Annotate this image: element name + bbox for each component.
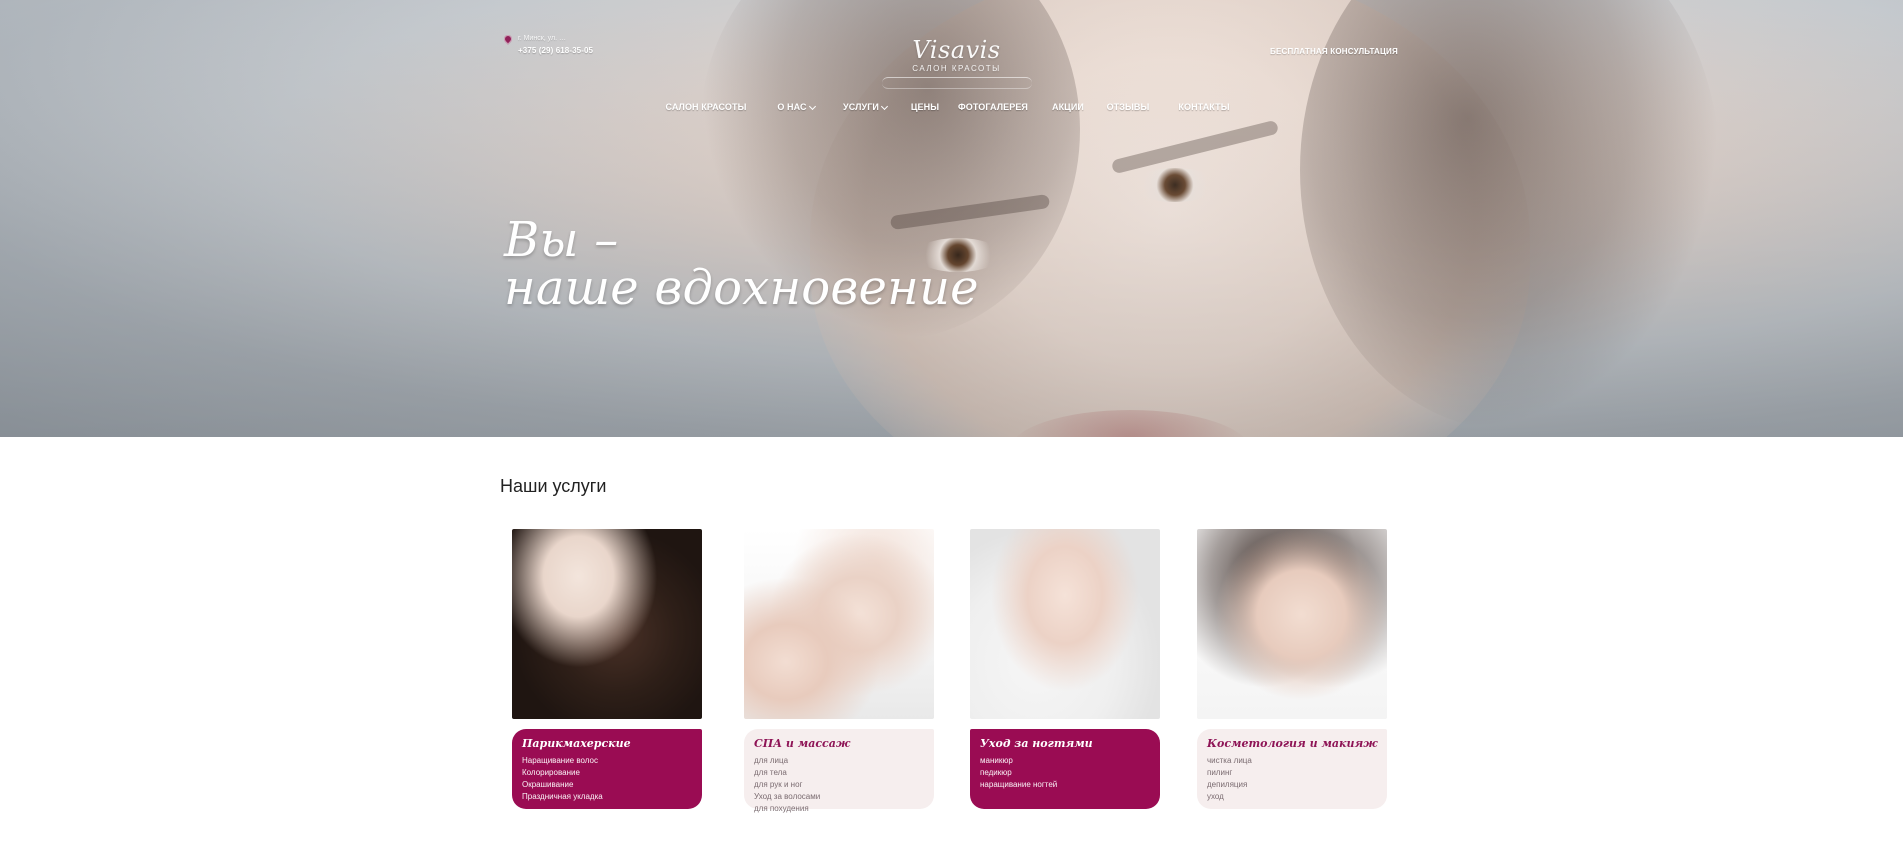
header-contact[interactable]: г. Минск, ул. … +375 (29) 618-35-05 <box>502 30 629 60</box>
chevron-down-icon <box>880 102 889 110</box>
nav-item-label: УСЛУГИ <box>843 102 879 112</box>
hero-title: Вы – наше вдохновение <box>504 216 1024 312</box>
nav-item-about[interactable]: О НАС <box>768 94 824 120</box>
service-image-nails[interactable] <box>970 529 1160 719</box>
service-title[interactable]: Косметология и макияж <box>1207 737 1378 751</box>
main-nav: САЛОН КРАСОТЫ О НАС УСЛУГИ ЦЕНЫ ФОТОГАЛЕ… <box>20 90 1870 124</box>
chevron-down-icon <box>808 102 816 110</box>
service-card-nails[interactable]: Уход за ногтями маникюр педикюр наращива… <box>960 519 1178 824</box>
service-image-hair[interactable] <box>512 529 702 719</box>
service-link[interactable]: пилинг <box>1207 767 1377 779</box>
nav-item-label: О НАС <box>777 102 807 112</box>
nav-item-label: КОНТАКТЫ <box>1178 102 1230 112</box>
service-link[interactable]: уход <box>1207 791 1377 803</box>
service-card-hair[interactable]: Парикмахерские Наращивание волос Колорир… <box>502 519 720 824</box>
services-title: Наши услуги <box>500 475 607 496</box>
header-address: г. Минск, ул. … <box>518 34 566 42</box>
location-pin-icon <box>502 32 514 45</box>
service-card-spa[interactable]: СПА и массаж для лица для тела для рук и… <box>734 519 952 824</box>
nav-item-label: ФОТОГАЛЕРЕЯ <box>958 102 1028 112</box>
top-header: г. Минск, ул. … +375 (29) 618-35-05 Visa… <box>14 16 1870 89</box>
service-link[interactable]: маникюр <box>980 755 1150 767</box>
service-info-cosmetology: Косметология и макияж чистка лица пилинг… <box>1197 729 1387 809</box>
service-link[interactable]: для рук и ног <box>754 779 924 791</box>
service-link[interactable]: для тела <box>754 767 924 779</box>
nav-item-label: АКЦИИ <box>1051 102 1084 112</box>
service-link[interactable]: чистка лица <box>1207 755 1377 767</box>
service-title[interactable]: Парикмахерские <box>522 737 692 751</box>
service-link[interactable]: Уход за волосами <box>754 791 924 803</box>
service-info-nails: Уход за ногтями маникюр педикюр наращива… <box>970 729 1160 809</box>
service-title[interactable]: Уход за ногтями <box>980 737 1150 751</box>
nav-item-gallery[interactable]: ФОТОГАЛЕРЕЯ <box>954 94 1032 120</box>
logo-subtitle: САЛОН КРАСОТЫ <box>912 63 1001 73</box>
nav-item-label: ЦЕНЫ <box>910 102 940 112</box>
nav-item-label: ОТЗЫВЫ <box>1106 102 1150 112</box>
service-link[interactable]: Наращивание волос <box>522 755 692 767</box>
service-info-hair: Парикмахерские Наращивание волос Колорир… <box>512 729 702 809</box>
nav-item-contacts[interactable]: КОНТАКТЫ <box>1168 94 1240 120</box>
free-consultation-button[interactable]: БЕСПЛАТНАЯ КОНСУЛЬТАЦИЯ <box>1263 37 1405 65</box>
site-logo[interactable]: Visavis САЛОН КРАСОТЫ <box>858 30 1055 96</box>
nav-item-promotions[interactable]: АКЦИИ <box>1046 94 1090 120</box>
service-link[interactable]: Колорирование <box>522 767 692 779</box>
logo-flourish <box>881 76 1032 89</box>
nav-item-reviews[interactable]: ОТЗЫВЫ <box>1100 94 1156 120</box>
service-info-spa: СПА и массаж для лица для тела для рук и… <box>744 729 934 813</box>
service-link[interactable]: депиляция <box>1207 779 1377 791</box>
hero-title-line-1: Вы – <box>504 212 619 268</box>
nav-item-salon[interactable]: САЛОН КРАСОТЫ <box>650 94 762 120</box>
logo-brand: Visavis <box>912 35 1001 64</box>
header-contact-address-row: г. Минск, ул. … <box>502 32 629 45</box>
nav-item-label: САЛОН КРАСОТЫ <box>665 102 747 112</box>
service-link[interactable]: педикюр <box>980 767 1150 779</box>
service-card-cosmetology[interactable]: Косметология и макияж чистка лица пилинг… <box>1187 519 1405 824</box>
service-link[interactable]: Окрашивание <box>522 779 692 791</box>
hero: г. Минск, ул. … +375 (29) 618-35-05 Visa… <box>0 0 1903 437</box>
nav-item-prices[interactable]: ЦЕНЫ <box>904 94 946 120</box>
nav-item-services[interactable]: УСЛУГИ <box>834 94 896 120</box>
services-section: Наши услуги Парикмахерские Наращивание в… <box>0 447 1903 847</box>
header-phone-number[interactable]: +375 (29) 618-35-05 <box>504 46 629 56</box>
hero-title-line-2: наше вдохновение <box>504 260 979 316</box>
service-title[interactable]: СПА и массаж <box>754 737 924 751</box>
service-link[interactable]: наращивание ногтей <box>980 779 1150 791</box>
service-link[interactable]: для лица <box>754 755 924 767</box>
service-image-spa[interactable] <box>744 529 934 719</box>
service-image-cosmetology[interactable] <box>1197 529 1387 719</box>
service-link[interactable]: Праздничная укладка <box>522 791 692 803</box>
service-link[interactable]: для похудения <box>754 803 924 815</box>
